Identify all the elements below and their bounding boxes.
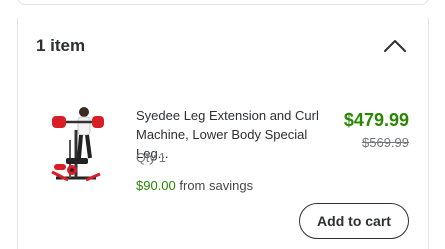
savings-amount: $90.00 [136,178,176,193]
items-count-heading: 1 item [36,36,86,55]
savings-suffix: from savings [175,178,254,193]
original-price: $569.99 [362,135,409,150]
add-to-cart-button[interactable]: Add to cart [299,203,409,239]
savings-text: $90.00 from savings [136,178,253,193]
chevron-up-icon[interactable] [381,36,409,56]
product-quantity: Qty 1 [136,151,166,165]
card-border-left [17,18,18,249]
current-price: $479.99 [343,110,409,130]
previous-card-edge [17,0,429,5]
card-border-right [428,18,429,249]
product-image[interactable] [46,100,108,186]
product-title[interactable]: Syedee Leg Extension and Curl Machine, L… [136,106,336,163]
